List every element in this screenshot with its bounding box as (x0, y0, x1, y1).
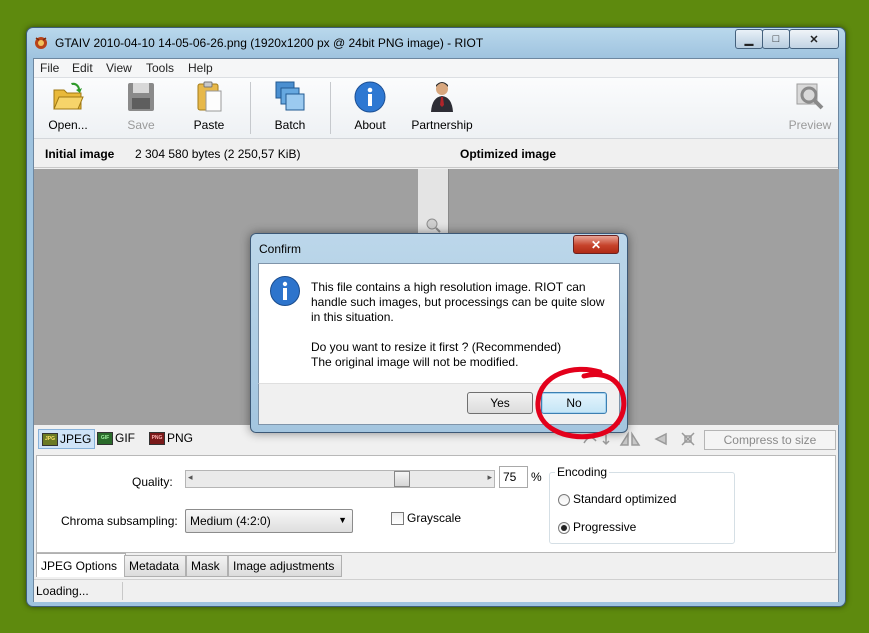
toolbar: Open... Save Paste Batch About Partnersh… (34, 78, 838, 139)
partnership-label: Partnership (411, 118, 473, 132)
open-label: Open... (48, 118, 88, 132)
dialog-question: Do you want to resize it first ? (Recomm… (311, 340, 562, 354)
format-png[interactable]: PNG PNG (146, 429, 196, 447)
close-icon: ✕ (590, 237, 602, 252)
yes-button[interactable]: Yes (467, 392, 533, 414)
tab-metadata[interactable]: Metadata (124, 555, 186, 577)
preview-label: Preview (788, 118, 832, 132)
initial-image-label: Initial image (45, 147, 115, 161)
about-label: About (354, 118, 386, 132)
chroma-subsampling-select[interactable]: Medium (4:2:0) ▼ (185, 509, 353, 533)
save-disk-icon (128, 83, 154, 111)
close-button[interactable]: ✕ (789, 29, 839, 49)
tab-mask[interactable]: Mask (186, 555, 228, 577)
standard-optimized-label: Standard optimized (573, 492, 677, 506)
open-folder-icon (53, 82, 84, 110)
menu-help[interactable]: Help (188, 61, 213, 75)
partnership-person-icon (431, 82, 453, 112)
save-label: Save (127, 118, 155, 132)
open-button[interactable]: Open... (40, 80, 96, 136)
maximize-button[interactable]: □ (762, 29, 790, 49)
preview-button[interactable]: Preview (786, 80, 834, 136)
menu-edit[interactable]: Edit (72, 61, 93, 75)
about-button[interactable]: About (344, 80, 396, 136)
format-jpeg[interactable]: JPG JPEG (38, 429, 96, 449)
paste-label: Paste (193, 118, 225, 132)
chroma-subsampling-label: Chroma subsampling: (61, 514, 178, 528)
chevron-down-icon: ▼ (338, 515, 347, 525)
radio-selected-dot (561, 525, 567, 531)
format-jpeg-label: JPEG (60, 432, 92, 446)
preview-magnifier-icon (796, 83, 824, 110)
minimize-icon: ▁ (744, 33, 754, 46)
save-button[interactable]: Save (116, 80, 166, 136)
grayscale-label: Grayscale (407, 511, 462, 525)
red-highlight-circle (535, 366, 627, 440)
riot-app-icon (35, 37, 47, 49)
toolbar-separator (250, 82, 251, 134)
dialog-message: This file contains a high resolution ima… (311, 280, 605, 324)
quality-slider[interactable]: ◂ ▸ (185, 470, 495, 488)
minimize-button[interactable]: ▁ (735, 29, 763, 49)
status-text: Loading... (36, 584, 89, 598)
grayscale-checkbox[interactable] (391, 512, 404, 525)
tab-jpeg-options[interactable]: JPEG Options (36, 553, 126, 577)
title-bar[interactable]: GTAIV 2010-04-10 14-05-06-26.png (1920x1… (27, 28, 845, 58)
slider-right-arrow-icon[interactable]: ▸ (487, 472, 492, 483)
toolbar-separator (330, 82, 331, 134)
menu-file[interactable]: File (40, 61, 59, 75)
batch-label: Batch (274, 118, 306, 132)
image-header: Initial image 2 304 580 bytes (2 250,57 … (34, 139, 838, 168)
progressive-label: Progressive (573, 520, 637, 534)
status-separator (122, 582, 123, 600)
dialog-title: Confirm (259, 242, 302, 256)
info-icon (354, 81, 386, 113)
jpeg-icon: JPG (42, 432, 58, 446)
menu-view[interactable]: View (106, 61, 132, 75)
paste-clipboard-icon (197, 81, 222, 112)
zoom-icon[interactable] (425, 217, 441, 233)
optimized-image-label: Optimized image (460, 147, 557, 161)
dialog-close-button[interactable]: ✕ (573, 235, 619, 254)
gif-icon: GIF (97, 431, 113, 445)
standard-optimized-radio[interactable] (558, 494, 570, 506)
progressive-radio[interactable] (558, 522, 570, 534)
dialog-note: The original image will not be modified. (311, 355, 519, 369)
menu-tools[interactable]: Tools (146, 61, 174, 75)
format-gif-label: GIF (115, 431, 135, 445)
close-icon: ✕ (809, 33, 819, 46)
format-png-label: PNG (167, 431, 194, 445)
partnership-button[interactable]: Partnership (404, 80, 480, 136)
format-gif[interactable]: GIF GIF (94, 429, 138, 447)
jpeg-options-panel: Quality: ◂ ▸ 75 % Chroma subsampling: Me… (36, 455, 836, 553)
encoding-group: Encoding Standard optimized Progressive (549, 465, 735, 544)
options-tabs: JPEG Options Metadata Mask Image adjustm… (36, 552, 834, 577)
encoding-legend: Encoding (555, 465, 610, 479)
compress-to-size-button[interactable]: Compress to size (704, 430, 836, 450)
chroma-selected-value: Medium (4:2:0) (190, 514, 271, 528)
info-icon (270, 276, 300, 306)
menu-bar: File Edit View Tools Help (34, 59, 838, 78)
quality-label: Quality: (132, 475, 173, 489)
status-bar: Loading... (34, 579, 838, 602)
percent-sign: % (531, 470, 542, 484)
initial-image-size: 2 304 580 bytes (2 250,57 KiB) (135, 147, 301, 161)
window-title: GTAIV 2010-04-10 14-05-06-26.png (1920x1… (55, 36, 484, 50)
png-icon: PNG (149, 431, 165, 445)
batch-button[interactable]: Batch (264, 80, 316, 136)
paste-button[interactable]: Paste (184, 80, 234, 136)
tab-image-adjustments[interactable]: Image adjustments (228, 555, 342, 577)
quality-slider-thumb[interactable] (394, 471, 410, 487)
quality-value-input[interactable]: 75 (499, 466, 528, 488)
maximize-icon: □ (772, 33, 780, 45)
slider-left-arrow-icon[interactable]: ◂ (188, 472, 193, 483)
batch-icon (275, 81, 305, 111)
